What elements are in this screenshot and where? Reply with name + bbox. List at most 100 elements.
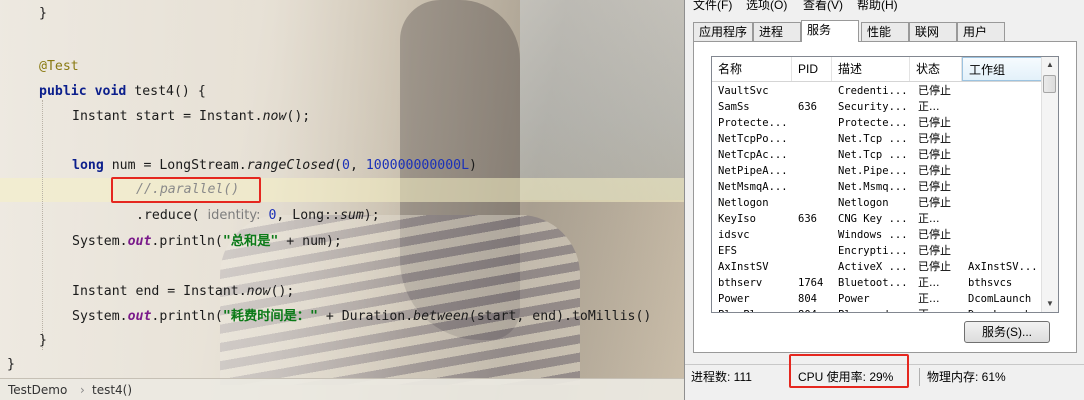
code-line[interactable]: Instant end = Instant.now(); xyxy=(72,280,294,304)
row-name: idsvc xyxy=(718,229,750,241)
table-row[interactable]: bthserv 1764 Bluetoot... 正... bthsvcs xyxy=(712,275,1045,291)
row-status: 正... xyxy=(918,307,968,312)
services-button[interactable]: 服务(S)... xyxy=(964,321,1050,343)
row-status: 正... xyxy=(918,276,940,289)
row-description: Net.Pipe... xyxy=(838,165,908,177)
row-workgroup: DcomLaunch xyxy=(968,293,1032,305)
code-line[interactable]: } xyxy=(39,329,47,353)
menu-file[interactable]: 文件(F) xyxy=(693,0,732,13)
tab-processes[interactable]: 进程 xyxy=(753,22,801,41)
column-header-name[interactable]: 名称 xyxy=(712,57,792,81)
table-row[interactable]: Netlogon Netlogon 已停止 xyxy=(712,195,1045,211)
table-row[interactable]: NetTcpAc... Net.Tcp ... 已停止 xyxy=(712,147,1045,163)
status-divider xyxy=(919,368,920,386)
chevron-right-icon: › xyxy=(80,383,85,397)
row-name: VaultSvc xyxy=(718,85,769,97)
row-name: NetTcpAc... xyxy=(718,149,788,161)
tab-services[interactable]: 服务 xyxy=(801,20,859,42)
table-row[interactable]: NetMsmqA... Net.Msmq... 已停止 xyxy=(712,179,1045,195)
row-name: EFS xyxy=(718,245,737,257)
row-pid: 1764 xyxy=(798,277,824,289)
current-line-highlight xyxy=(0,178,686,202)
table-row[interactable]: SamSs 636 Security... 正... xyxy=(712,99,1045,115)
row-status: 已停止 xyxy=(918,148,951,161)
highlight-box-parallel xyxy=(111,177,261,203)
row-workgroup xyxy=(968,83,1044,99)
code-line[interactable]: Instant start = Instant.now(); xyxy=(72,105,310,129)
row-pid: 804 xyxy=(798,293,817,305)
code-line[interactable]: System.out.println("总和是" + num); xyxy=(72,230,342,254)
table-row[interactable]: NetPipeA... Net.Pipe... 已停止 xyxy=(712,163,1045,179)
row-workgroup xyxy=(968,99,1044,115)
table-row[interactable]: EFS Encrypti... 已停止 xyxy=(712,243,1045,259)
row-name: AxInstSV xyxy=(718,261,769,273)
row-description: Plug and... xyxy=(838,307,916,312)
tab-applications[interactable]: 应用程序 xyxy=(693,22,753,41)
table-row[interactable]: AxInstSV ActiveX ... 已停止 AxInstSV... xyxy=(712,259,1045,275)
row-status: 正... xyxy=(918,100,940,113)
row-pid xyxy=(798,259,836,275)
row-description: Net.Tcp ... xyxy=(838,133,908,145)
table-row[interactable]: VaultSvc Credenti... 已停止 xyxy=(712,83,1045,99)
table-row[interactable]: PlugPlay804Plug and...正...DcomLaunch xyxy=(712,307,1045,312)
code-line[interactable]: .reduce( identity: 0, Long::sum); xyxy=(136,204,380,228)
row-workgroup xyxy=(968,243,1044,259)
scroll-up-icon[interactable]: ▲ xyxy=(1042,57,1058,73)
row-pid: 636 xyxy=(798,101,817,113)
row-pid xyxy=(798,243,836,259)
row-description: CNG Key ... xyxy=(838,213,908,225)
row-pid xyxy=(798,115,836,131)
services-list[interactable]: 名称 PID 描述 状态 工作组 VaultSvc Credenti... 已停止 S… xyxy=(711,56,1059,313)
column-header-description[interactable]: 描述 xyxy=(832,57,910,81)
row-pid xyxy=(798,83,836,99)
code-line[interactable]: long num = LongStream.rangeClosed(0, 100… xyxy=(72,154,477,178)
tab-users[interactable]: 用户 xyxy=(957,22,1005,41)
task-manager-window: 文件(F) 选项(O) 查看(V) 帮助(H) 应用程序 进程 服务 性能 联网… xyxy=(684,0,1084,400)
row-status: 已停止 xyxy=(918,132,951,145)
row-description: Encrypti... xyxy=(838,245,908,257)
table-row[interactable]: KeyIso 636 CNG Key ... 正... xyxy=(712,211,1045,227)
row-workgroup xyxy=(968,147,1044,163)
table-row[interactable]: idsvc Windows ... 已停止 xyxy=(712,227,1045,243)
tab-performance[interactable]: 性能 xyxy=(861,22,909,41)
menu-view[interactable]: 查看(V) xyxy=(803,0,843,13)
row-name: SamSs xyxy=(718,101,750,113)
vertical-scrollbar[interactable]: ▲ ▼ xyxy=(1041,57,1058,312)
scrollbar-thumb[interactable] xyxy=(1043,75,1056,93)
code-line[interactable]: System.out.println("耗费时间是：" + Duration.b… xyxy=(72,305,651,329)
row-workgroup xyxy=(968,195,1044,211)
breadcrumb-project[interactable]: TestDemo xyxy=(8,379,67,400)
table-row[interactable]: Power 804 Power 正... DcomLaunch xyxy=(712,291,1045,307)
menu-options[interactable]: 选项(O) xyxy=(746,0,787,13)
column-header-status[interactable]: 状态 xyxy=(910,57,962,81)
row-status: 已停止 xyxy=(918,228,951,241)
breadcrumb-method[interactable]: test4() xyxy=(92,379,132,400)
row-pid xyxy=(798,227,836,243)
tab-networking[interactable]: 联网 xyxy=(909,22,957,41)
row-pid xyxy=(798,147,836,163)
column-header-pid[interactable]: PID xyxy=(792,57,832,81)
code-editor[interactable]: } @Test public void test4() { Instant st… xyxy=(0,0,686,400)
row-description: ActiveX ... xyxy=(838,261,908,273)
table-row[interactable]: NetTcpPo... Net.Tcp ... 已停止 xyxy=(712,131,1045,147)
row-description: Security... xyxy=(838,101,908,113)
row-name: PlugPlay xyxy=(718,307,796,312)
code-line[interactable]: } xyxy=(7,353,15,377)
column-header-workgroup[interactable]: 工作组 xyxy=(962,57,1042,81)
breadcrumb: TestDemo › test4() xyxy=(0,378,686,400)
row-workgroup xyxy=(968,131,1044,147)
row-status: 正... xyxy=(918,292,940,305)
row-description: Net.Tcp ... xyxy=(838,149,908,161)
row-description: Bluetoot... xyxy=(838,277,908,289)
row-status: 已停止 xyxy=(918,260,951,273)
scroll-down-icon[interactable]: ▼ xyxy=(1042,296,1058,312)
row-status: 已停止 xyxy=(918,180,951,193)
row-description: Windows ... xyxy=(838,229,908,241)
table-row[interactable]: Protecte... Protecte... 已停止 xyxy=(712,115,1045,131)
code-line[interactable]: public void test4() { xyxy=(39,80,206,104)
menu-help[interactable]: 帮助(H) xyxy=(857,0,898,13)
row-name: KeyIso xyxy=(718,213,756,225)
code-line[interactable]: } xyxy=(39,2,47,26)
row-description: Credenti... xyxy=(838,85,908,97)
code-line[interactable]: @Test xyxy=(39,55,79,79)
